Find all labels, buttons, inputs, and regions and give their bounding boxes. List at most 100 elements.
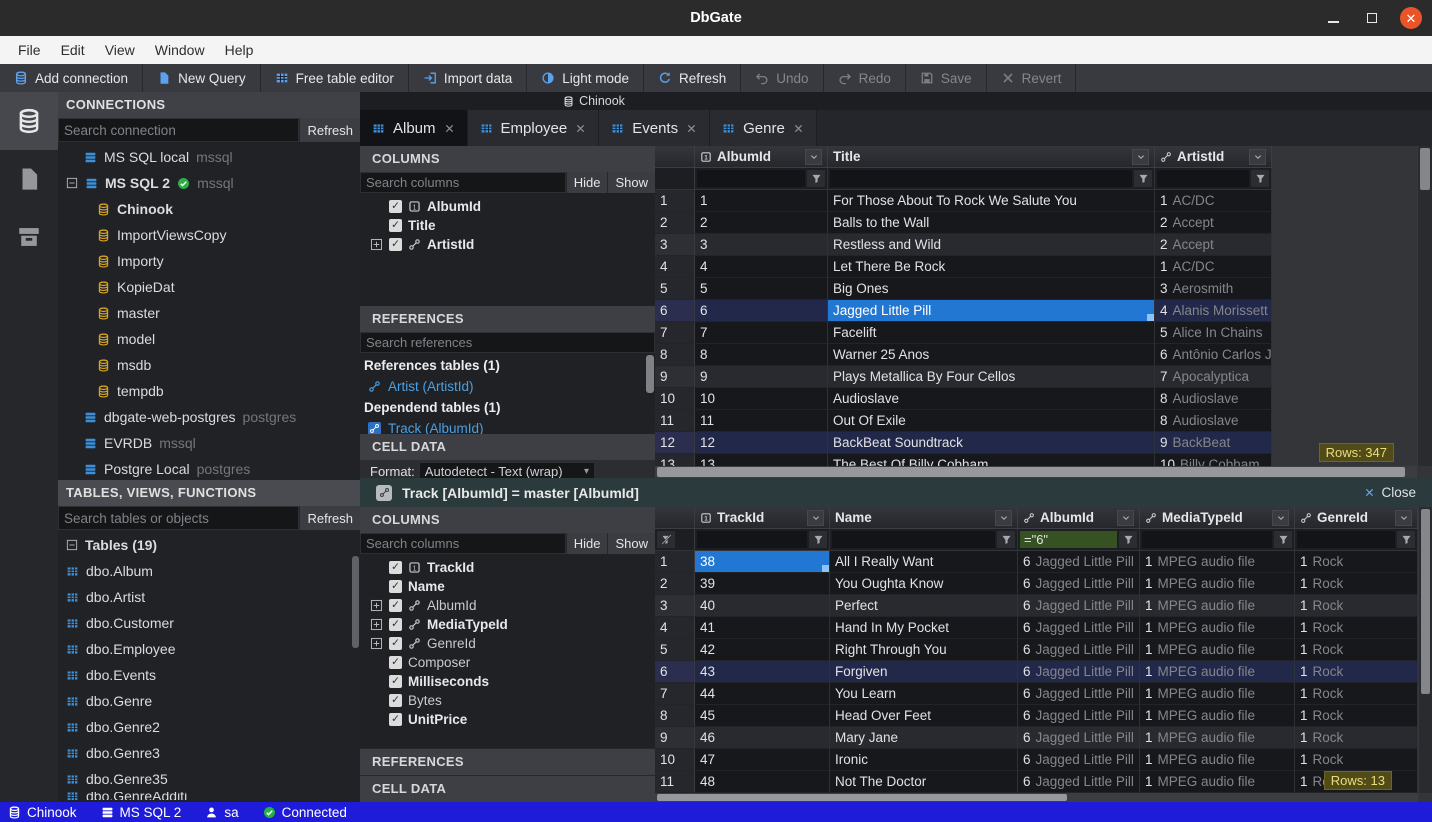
grid-cell[interactable]: Forgiven	[830, 661, 1018, 683]
column-toggle-artistid[interactable]: ✓ArtistId	[360, 235, 655, 254]
close-button[interactable]: ✕	[1400, 7, 1422, 29]
grid-cell[interactable]: Hand In My Pocket	[830, 617, 1018, 639]
filter-input-artistid[interactable]	[1157, 170, 1249, 187]
grid-cell[interactable]: 40	[695, 595, 830, 617]
grid-cell[interactable]: 10	[695, 388, 828, 410]
tab-employee[interactable]: Employee	[468, 110, 600, 146]
connections-refresh-button[interactable]: Refresh	[299, 118, 360, 142]
grid-cell[interactable]: 46	[695, 727, 830, 749]
grid-cell[interactable]: The Best Of Billy Cobham	[828, 454, 1155, 466]
grid-cell[interactable]: All I Really Want	[830, 551, 1018, 573]
horizontal-scrollbar[interactable]	[655, 466, 1417, 478]
grid-cell[interactable]: 1AC/DC	[1155, 256, 1272, 278]
horizontal-scrollbar-thumb[interactable]	[657, 794, 1067, 801]
plus-box-icon[interactable]	[370, 637, 383, 650]
filter-input-albumid[interactable]: ="6"	[1020, 531, 1117, 548]
grid-cell[interactable]: 42	[695, 639, 830, 661]
grid-cell[interactable]: 1AC/DC	[1155, 190, 1272, 212]
filter-button[interactable]	[1397, 531, 1415, 548]
connection-item-kopiedat[interactable]: KopieDat	[58, 274, 360, 300]
tab-events[interactable]: Events	[599, 110, 710, 146]
grid-cell[interactable]: 6Jagged Little Pill	[1018, 639, 1140, 661]
filter-button[interactable]	[1251, 170, 1269, 187]
grid-cell[interactable]: 6Jagged Little Pill	[1018, 551, 1140, 573]
search-references-input[interactable]	[360, 332, 655, 353]
table-item-dbo-genre3[interactable]: dbo.Genre3	[58, 740, 360, 766]
column-header-genreid[interactable]: GenreId	[1295, 507, 1418, 529]
grid-cell[interactable]: Ironic	[830, 749, 1018, 771]
grid-cell[interactable]: Perfect	[830, 595, 1018, 617]
grid-cell[interactable]: 8Audioslave	[1155, 410, 1272, 432]
checkbox[interactable]: ✓	[389, 694, 402, 707]
checkbox[interactable]: ✓	[389, 713, 402, 726]
grid-cell[interactable]: 6Jagged Little Pill	[1018, 617, 1140, 639]
tab-close-icon[interactable]	[686, 123, 697, 134]
tab-genre[interactable]: Genre	[710, 110, 817, 146]
grid-cell[interactable]: Facelift	[828, 322, 1155, 344]
toolbar-add-connection[interactable]: Add connection	[0, 64, 143, 92]
connection-item-tempdb[interactable]: tempdb	[58, 378, 360, 404]
table-item-dbo-genreadditi[interactable]: dbo.GenreAdditi	[58, 792, 360, 800]
connection-item-dbgate-web-postgres[interactable]: dbgate-web-postgrespostgres	[58, 404, 360, 430]
references-header[interactable]: REFERENCES	[360, 306, 655, 332]
status-sa[interactable]: sa	[205, 805, 238, 820]
grid-cell[interactable]: 1Rock	[1295, 749, 1418, 771]
reference-close-button[interactable]: Close	[1364, 485, 1416, 500]
cell-data-header[interactable]: CELL DATA	[360, 434, 655, 460]
grid-cell[interactable]: Not The Doctor	[830, 771, 1018, 793]
filter-input-genreid[interactable]	[1297, 531, 1395, 548]
checkbox[interactable]: ✓	[389, 561, 402, 574]
connection-item-ms-sql-2[interactable]: MS SQL 2mssql	[58, 170, 360, 196]
connection-item-model[interactable]: model	[58, 326, 360, 352]
rail-files[interactable]	[0, 150, 58, 208]
grid-cell[interactable]: Mary Jane	[830, 727, 1018, 749]
show-button[interactable]: Show	[607, 172, 655, 193]
grid-cell[interactable]: 1MPEG audio file	[1140, 683, 1295, 705]
grid-cell[interactable]: 6Jagged Little Pill	[1018, 705, 1140, 727]
columns-header[interactable]: COLUMNS	[360, 146, 655, 172]
grid-cell[interactable]: 1Rock	[1295, 551, 1418, 573]
maximize-button[interactable]	[1361, 7, 1383, 29]
grid-cell[interactable]: Plays Metallica By Four Cellos	[828, 366, 1155, 388]
grid-cell[interactable]: Jagged Little Pill	[828, 300, 1155, 322]
grid-cell[interactable]: 1MPEG audio file	[1140, 661, 1295, 683]
checkbox[interactable]: ✓	[389, 200, 402, 213]
column-header-name[interactable]: Name	[830, 507, 1018, 529]
column-menu-button[interactable]	[1117, 510, 1134, 526]
grid-cell[interactable]: You Oughta Know	[830, 573, 1018, 595]
grid-cell[interactable]: 8Audioslave	[1155, 388, 1272, 410]
grid-cell[interactable]: 7Apocalyptica	[1155, 366, 1272, 388]
toolbar-light-mode[interactable]: Light mode	[527, 64, 644, 92]
column-header-trackid[interactable]: 1TrackId	[695, 507, 830, 529]
column-toggle-title[interactable]: ✓Title	[360, 216, 655, 235]
grid-cell[interactable]: 5	[695, 278, 828, 300]
grid-cell[interactable]: 6Jagged Little Pill	[1018, 727, 1140, 749]
connection-item-msdb[interactable]: msdb	[58, 352, 360, 378]
connection-item-importviewscopy[interactable]: ImportViewsCopy	[58, 222, 360, 248]
column-header-albumid[interactable]: AlbumId	[1018, 507, 1140, 529]
grid-cell[interactable]: 6Jagged Little Pill	[1018, 661, 1140, 683]
grid-cell[interactable]: You Learn	[830, 683, 1018, 705]
menu-view[interactable]: View	[95, 36, 145, 64]
tab-close-icon[interactable]	[793, 123, 804, 134]
grid-cell[interactable]: 6Jagged Little Pill	[1018, 573, 1140, 595]
grid-cell[interactable]: 1Rock	[1295, 705, 1418, 727]
cell-data-header[interactable]: CELL DATA	[360, 776, 655, 802]
grid-cell[interactable]: 1MPEG audio file	[1140, 639, 1295, 661]
grid-cell[interactable]: 1MPEG audio file	[1140, 551, 1295, 573]
grid-cell[interactable]: Restless and Wild	[828, 234, 1155, 256]
rail-connections[interactable]	[0, 92, 58, 150]
grid-cell[interactable]: 1MPEG audio file	[1140, 727, 1295, 749]
filter-button[interactable]	[1134, 170, 1152, 187]
menu-edit[interactable]: Edit	[51, 36, 95, 64]
tab-album[interactable]: Album	[360, 110, 468, 146]
filter-input-trackid[interactable]	[697, 531, 807, 548]
grid-cell[interactable]: 1MPEG audio file	[1140, 771, 1295, 793]
grid-cell[interactable]: Right Through You	[830, 639, 1018, 661]
grid-cell[interactable]: Warner 25 Anos	[828, 344, 1155, 366]
hide-button[interactable]: Hide	[566, 172, 608, 193]
grid-cell[interactable]: 1Rock	[1295, 683, 1418, 705]
column-toggle-mediatypeid[interactable]: ✓MediaTypeId	[360, 615, 655, 634]
reference-link-track-albumid[interactable]: Track (AlbumId)	[360, 418, 655, 434]
grid-cell[interactable]: 6Jagged Little Pill	[1018, 683, 1140, 705]
